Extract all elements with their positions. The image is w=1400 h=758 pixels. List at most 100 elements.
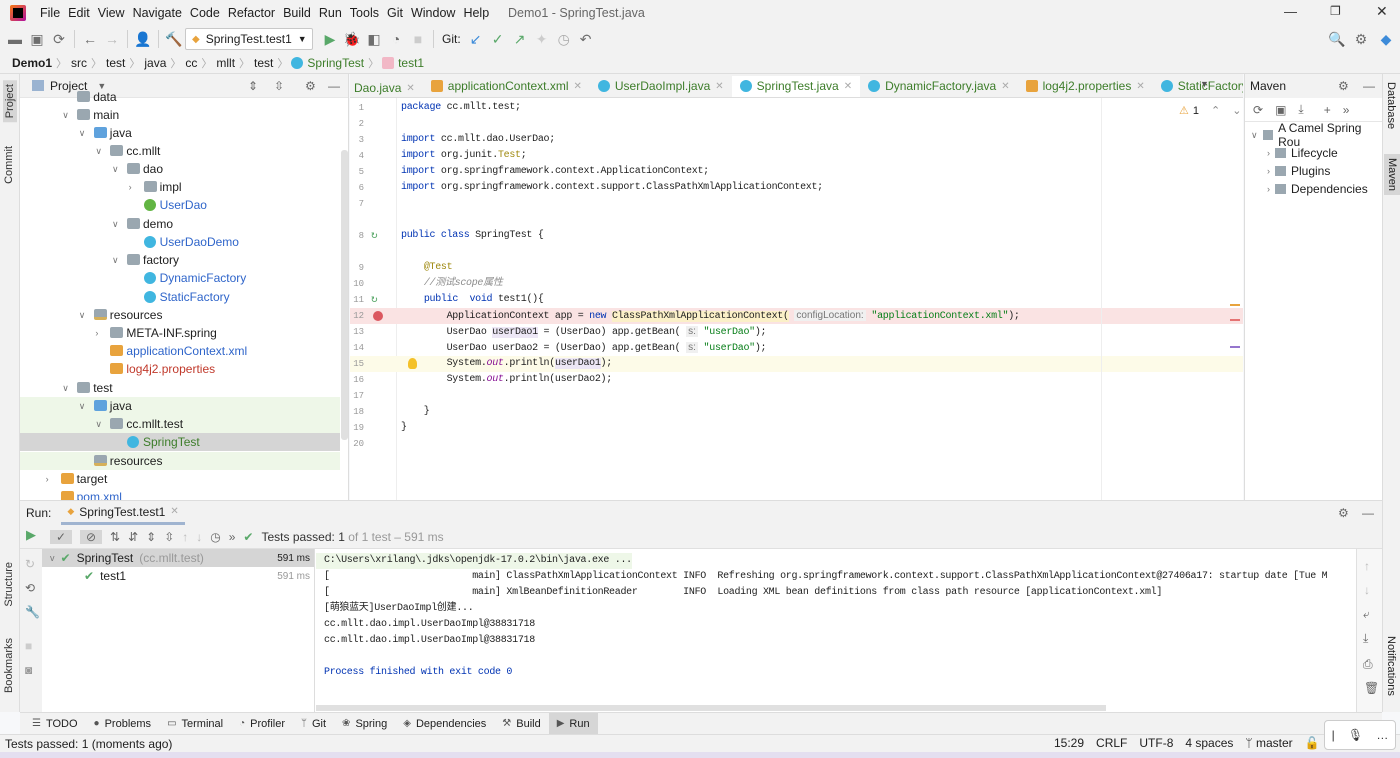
gear-icon[interactable]: ⚙	[1338, 506, 1349, 520]
sync-icon[interactable]: ⟳	[48, 28, 70, 50]
print-icon[interactable]: ⎙	[1363, 657, 1373, 672]
minimize-button[interactable]: —	[1284, 4, 1297, 19]
chevron-right-icon[interactable]: ›	[129, 178, 132, 196]
git-update-icon[interactable]: ↙	[465, 28, 487, 50]
scroll-to-end-icon[interactable]: ⤓	[1363, 631, 1368, 646]
chevron-icon[interactable]: ∨	[1251, 130, 1258, 141]
tree-item[interactable]: applicationContext.xml	[20, 342, 340, 360]
usage-marker[interactable]	[1230, 346, 1240, 348]
menu-file[interactable]: File	[36, 0, 64, 26]
gear-icon[interactable]: ⚙	[1350, 28, 1372, 50]
expand-all-icon[interactable]: ⇕	[146, 530, 156, 544]
scroll-up-icon[interactable]: ↑	[1364, 559, 1370, 573]
menu-navigate[interactable]: Navigate	[129, 0, 186, 26]
database-tool-button[interactable]: Database	[1385, 82, 1397, 129]
editor-tab[interactable]: UserDaoImpl.java ✕	[590, 74, 732, 97]
trash-icon[interactable]: 🗑	[1364, 681, 1379, 695]
menu-view[interactable]: View	[94, 0, 129, 26]
hide-panel-icon[interactable]: —	[1363, 79, 1375, 93]
camera-icon[interactable]: ◙	[25, 663, 32, 677]
git-push-icon[interactable]: ↗	[509, 28, 531, 50]
more-icon[interactable]: »	[229, 530, 236, 544]
collapse-all-icon[interactable]: ⇳	[164, 530, 174, 544]
gear-icon[interactable]: ⚙	[1338, 79, 1349, 93]
show-passed-icon[interactable]: ✓	[50, 529, 72, 544]
close-tab-icon[interactable]: ✕	[715, 81, 723, 92]
chevron-down-icon[interactable]: ∨	[95, 142, 102, 160]
chevron-down-icon[interactable]: v	[50, 553, 55, 563]
tree-item[interactable]: › target	[20, 470, 340, 488]
editor-tab[interactable]: DynamicFactory.java ✕	[860, 74, 1018, 97]
run-tab[interactable]: ◆ SpringTest.test1 ✕	[61, 501, 185, 525]
console-horizontal-scrollbar[interactable]	[316, 705, 1106, 711]
run-test-gutter-icon[interactable]: ↻	[371, 292, 378, 308]
editor-tab[interactable]: log4j2.properties ✕	[1018, 74, 1153, 97]
structure-tool-button[interactable]: Structure	[3, 562, 15, 607]
wrench-icon[interactable]: 🔧	[25, 605, 40, 619]
toggle-auto-test-icon[interactable]: ⟲	[25, 581, 35, 595]
file-encoding[interactable]: UTF-8	[1139, 736, 1173, 750]
editor-tab[interactable]: Dao.java ✕	[350, 76, 423, 97]
breakpoint-marker[interactable]	[1230, 319, 1240, 321]
stop-icon[interactable]: ■	[407, 28, 429, 50]
chevron-down-icon[interactable]: ∨	[79, 397, 86, 415]
breadcrumb-item[interactable]: Demo1	[8, 56, 56, 70]
test-suite-row[interactable]: v ✔ SpringTest (cc.mllt.test) 591 ms	[42, 549, 314, 567]
run-icon[interactable]: ▶	[319, 28, 341, 50]
rerun-icon[interactable]: ▶	[26, 527, 36, 543]
chevron-right-icon[interactable]: ›	[95, 324, 98, 342]
tree-item[interactable]: UserDao	[20, 196, 340, 214]
sort-duration-icon[interactable]: ⇵	[128, 530, 138, 544]
editor-tab[interactable]: applicationContext.xml ✕	[423, 74, 590, 97]
menu-help[interactable]: Help	[459, 0, 493, 26]
tree-item[interactable]: StaticFactory	[20, 288, 340, 306]
voice-input-widget[interactable]: | 🎙…	[1324, 720, 1396, 750]
chevron-icon[interactable]: ›	[1267, 184, 1270, 194]
chevron-icon[interactable]: ›	[1267, 166, 1270, 176]
tree-item[interactable]: resources	[20, 452, 340, 470]
open-folder-icon[interactable]: ▬	[4, 28, 26, 50]
more-icon[interactable]: »	[1343, 103, 1350, 117]
maven-tool-button[interactable]: Maven	[1384, 154, 1400, 196]
breadcrumb-item[interactable]: src	[67, 56, 91, 70]
stop-icon[interactable]: ■	[25, 639, 32, 653]
soft-wrap-icon[interactable]: ⤶	[1363, 607, 1370, 622]
run-configuration-select[interactable]: ◆ SpringTest.test1 ▼	[185, 28, 313, 50]
breadcrumb-item[interactable]: SpringTest	[303, 56, 368, 70]
chevron-down-icon[interactable]: ∨	[62, 379, 69, 397]
sort-alpha-icon[interactable]: ⇅	[110, 530, 120, 544]
tool-tab-problems[interactable]: ● Problems	[86, 713, 160, 735]
tree-item[interactable]: ∨ main	[20, 106, 340, 124]
editor-tab[interactable]: StaticFactory.java	[1153, 74, 1243, 97]
bookmarks-tool-button[interactable]: Bookmarks	[3, 638, 15, 693]
debug-icon[interactable]: 🐞	[341, 28, 363, 50]
tree-item[interactable]: pom.xml	[20, 488, 340, 500]
close-tab-icon[interactable]: ✕	[574, 81, 582, 92]
menu-run[interactable]: Run	[315, 0, 346, 26]
breakpoint-icon[interactable]	[373, 311, 383, 321]
menu-window[interactable]: Window	[407, 0, 459, 26]
chevron-down-icon[interactable]: ∨	[95, 415, 102, 433]
jetbrains-icon[interactable]: ◆	[1375, 28, 1397, 50]
close-tab-icon[interactable]: ✕	[1136, 81, 1144, 92]
menu-code[interactable]: Code	[186, 0, 224, 26]
chevron-icon[interactable]: ›	[1267, 148, 1270, 158]
run-test-gutter-icon[interactable]: ↻	[371, 228, 378, 244]
user-icon[interactable]: 👤	[132, 28, 154, 50]
tree-item[interactable]: ∨ factory	[20, 251, 340, 269]
rerun-failed-icon[interactable]: ↻	[25, 557, 35, 571]
breadcrumb-item[interactable]: test1	[394, 56, 428, 70]
show-ignored-icon[interactable]: ⊘	[80, 529, 102, 544]
tree-item[interactable]: › impl	[20, 178, 340, 196]
microphone-icon[interactable]: 🎙	[1348, 728, 1363, 742]
console-output[interactable]: C:\Users\xrilang\.jdks\openjdk-17.0.2\bi…	[316, 549, 1356, 713]
chevron-down-icon[interactable]: ∨	[112, 215, 119, 233]
editor-tab[interactable]: SpringTest.java ✕	[731, 75, 861, 97]
chevron-down-icon[interactable]: ∨	[62, 106, 69, 124]
close-tab-icon[interactable]: ✕	[1001, 81, 1009, 92]
breadcrumb-item[interactable]: test	[102, 56, 129, 70]
next-failed-icon[interactable]: ↓	[196, 530, 202, 544]
tree-item[interactable]: ∨ cc.mllt	[20, 142, 340, 160]
forward-icon[interactable]: →	[101, 28, 123, 50]
tool-tab-spring[interactable]: ❀ Spring	[334, 713, 395, 735]
